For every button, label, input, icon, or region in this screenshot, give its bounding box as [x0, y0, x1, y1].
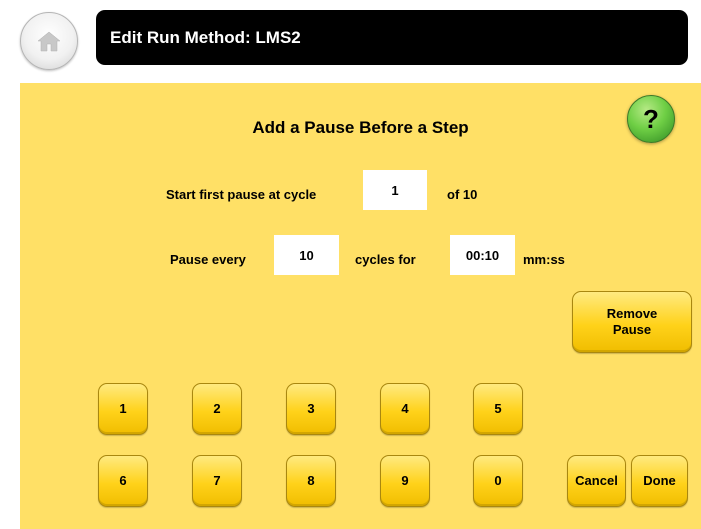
pause-dialog-panel: Add a Pause Before a Step ? Start first … — [20, 83, 701, 529]
pause-every-field[interactable]: 10 — [274, 235, 339, 275]
remove-pause-label: Remove Pause — [606, 306, 658, 337]
help-icon: ? — [643, 103, 659, 134]
pause-duration-field[interactable]: 00:10 — [450, 235, 515, 275]
done-button[interactable]: Done — [631, 455, 688, 507]
keypad-key-6[interactable]: 6 — [98, 455, 148, 507]
dialog-heading: Add a Pause Before a Step — [252, 118, 469, 137]
pause-every-label: Pause every — [170, 252, 246, 267]
title-bar: Edit Run Method: LMS2 — [96, 10, 688, 65]
page-title: Edit Run Method: LMS2 — [110, 27, 301, 47]
keypad-key-4[interactable]: 4 — [380, 383, 430, 435]
start-pause-label: Start first pause at cycle — [166, 187, 317, 202]
home-button[interactable] — [20, 12, 78, 70]
keypad-key-9[interactable]: 9 — [380, 455, 430, 507]
keypad-key-0[interactable]: 0 — [473, 455, 523, 507]
keypad-key-2[interactable]: 2 — [192, 383, 242, 435]
keypad-key-3[interactable]: 3 — [286, 383, 336, 435]
keypad-key-7[interactable]: 7 — [192, 455, 242, 507]
help-button[interactable]: ? — [627, 95, 675, 143]
remove-pause-button[interactable]: Remove Pause — [572, 291, 692, 353]
keypad-key-1[interactable]: 1 — [98, 383, 148, 435]
keypad-key-8[interactable]: 8 — [286, 455, 336, 507]
home-icon — [37, 31, 61, 52]
cancel-button[interactable]: Cancel — [567, 455, 626, 507]
cycles-for-label: cycles for — [355, 252, 416, 267]
total-cycles-label: of 10 — [447, 187, 478, 202]
keypad-key-5[interactable]: 5 — [473, 383, 523, 435]
start-cycle-field[interactable]: 1 — [363, 170, 427, 210]
duration-unit-label: mm:ss — [523, 252, 565, 267]
